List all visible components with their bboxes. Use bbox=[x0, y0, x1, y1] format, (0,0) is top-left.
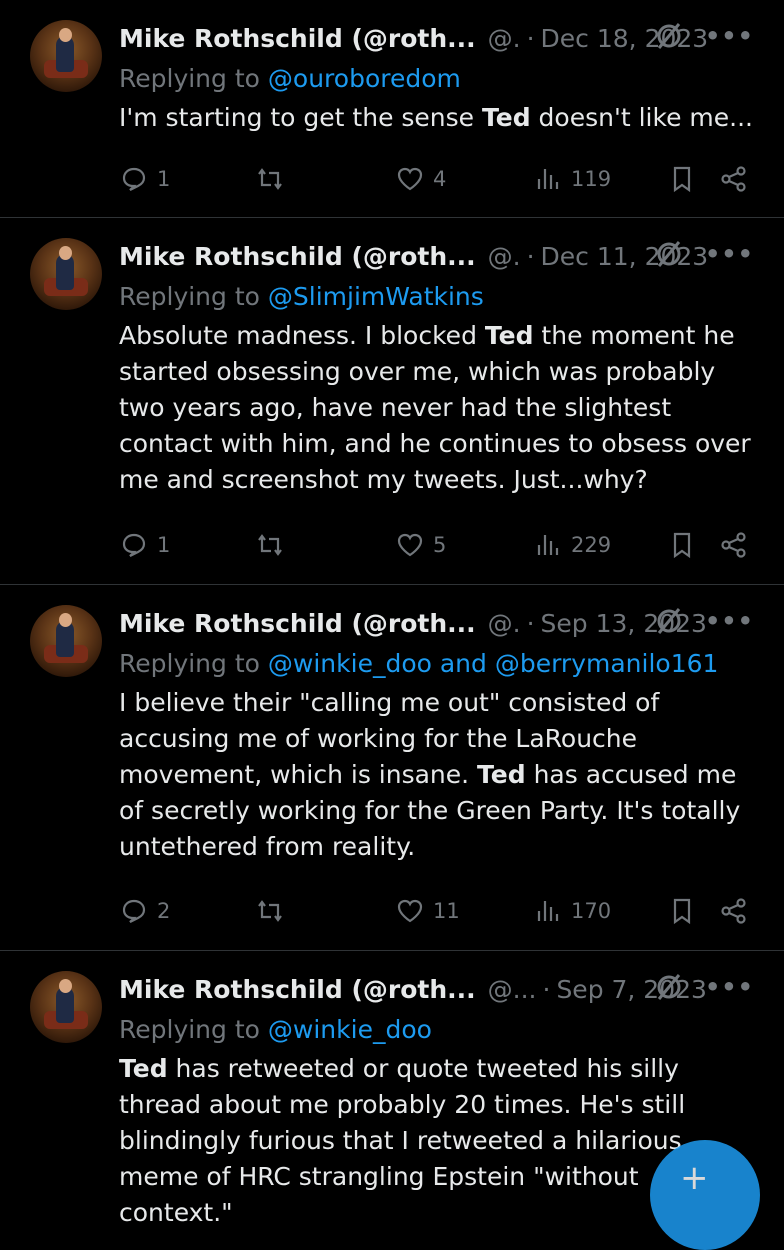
tweet-text: Absolute madness. I blocked Ted the mome… bbox=[119, 318, 754, 498]
more-options-button[interactable]: ••• bbox=[705, 240, 754, 268]
text-bold: Ted bbox=[484, 321, 534, 350]
separator-dot: · bbox=[526, 241, 535, 271]
separator-dot: · bbox=[526, 23, 535, 53]
grok-icon[interactable] bbox=[655, 240, 683, 268]
text-bold: Ted bbox=[482, 103, 531, 132]
more-options-button[interactable]: ••• bbox=[705, 973, 754, 1001]
views-icon bbox=[537, 169, 559, 189]
share-icon bbox=[721, 532, 746, 558]
reply-count: 2 bbox=[157, 899, 171, 923]
replying-prefix: Replying to bbox=[119, 282, 260, 311]
share-button[interactable] bbox=[719, 164, 749, 194]
replying-prefix: Replying to bbox=[119, 649, 260, 678]
separator-dot: · bbox=[542, 974, 551, 1004]
retweet-button[interactable] bbox=[255, 530, 285, 560]
like-button[interactable]: 11 bbox=[395, 896, 460, 926]
reply-button[interactable]: 1 bbox=[119, 530, 170, 560]
bookmark-icon bbox=[673, 166, 691, 193]
views-button[interactable]: 119 bbox=[533, 164, 611, 194]
views-icon bbox=[537, 901, 559, 921]
text-bold: Ted bbox=[119, 1054, 168, 1083]
share-icon bbox=[721, 166, 746, 192]
retweet-button[interactable] bbox=[255, 164, 285, 194]
views-button[interactable]: 229 bbox=[533, 530, 611, 560]
bookmark-icon bbox=[673, 898, 691, 925]
like-count: 5 bbox=[433, 533, 447, 557]
retweet-icon bbox=[258, 534, 282, 556]
text-part: has retweeted or quote tweeted his silly… bbox=[119, 1054, 686, 1227]
avatar[interactable] bbox=[30, 971, 102, 1043]
replying-to-link[interactable]: @SlimjimWatkins bbox=[268, 282, 484, 311]
replying-to: Replying to @SlimjimWatkins bbox=[119, 278, 754, 316]
views-button[interactable]: 170 bbox=[533, 896, 611, 926]
replying-prefix: Replying to bbox=[119, 64, 260, 93]
separator-dot: · bbox=[526, 608, 535, 638]
retweet-icon bbox=[258, 900, 282, 922]
text-bold: Ted bbox=[477, 760, 526, 789]
reply-icon bbox=[122, 533, 146, 557]
replying-to-link[interactable]: @ouroboredom bbox=[268, 64, 461, 93]
avatar[interactable] bbox=[30, 20, 102, 92]
author-handle[interactable]: @... bbox=[488, 975, 537, 1004]
replying-to: Replying to @winkie_doo bbox=[119, 1011, 754, 1049]
reply-icon bbox=[122, 899, 146, 923]
grok-icon[interactable] bbox=[655, 607, 683, 635]
tweet-3[interactable]: Mike Rothschild (@roth... @. · Sep 13, 2… bbox=[0, 585, 784, 951]
replying-to-link[interactable]: @winkie_doo and @berrymanilo161 bbox=[268, 649, 719, 678]
share-icon bbox=[721, 898, 746, 924]
reply-button[interactable]: 1 bbox=[119, 164, 170, 194]
author-handle[interactable]: @. bbox=[488, 242, 521, 271]
tweet-1[interactable]: Mike Rothschild (@roth... @. · Dec 18, 2… bbox=[0, 0, 784, 218]
author-name[interactable]: Mike Rothschild (@roth... bbox=[119, 242, 476, 271]
bookmark-button[interactable] bbox=[667, 530, 697, 560]
heart-icon bbox=[397, 167, 423, 191]
grok-icon[interactable] bbox=[655, 22, 683, 50]
avatar[interactable] bbox=[30, 605, 102, 677]
view-count: 170 bbox=[571, 899, 612, 923]
like-button[interactable]: 4 bbox=[395, 164, 446, 194]
compose-plus-icon: + bbox=[680, 1158, 709, 1198]
retweet-icon bbox=[258, 168, 282, 190]
avatar[interactable] bbox=[30, 238, 102, 310]
text-part: Absolute madness. I blocked bbox=[119, 321, 485, 350]
retweet-button[interactable] bbox=[255, 896, 285, 926]
tweet-2[interactable]: Mike Rothschild (@roth... @. · Dec 11, 2… bbox=[0, 218, 784, 585]
text-part: I'm starting to get the sense bbox=[119, 103, 483, 132]
tweet-text: I believe their "calling me out" consist… bbox=[119, 685, 754, 865]
reply-icon bbox=[122, 167, 146, 191]
compose-button[interactable]: + bbox=[650, 1140, 760, 1250]
bookmark-button[interactable] bbox=[667, 164, 697, 194]
share-button[interactable] bbox=[719, 530, 749, 560]
grok-icon[interactable] bbox=[655, 973, 683, 1001]
view-count: 119 bbox=[571, 167, 612, 191]
reply-count: 1 bbox=[157, 533, 171, 557]
replying-to: Replying to @ouroboredom bbox=[119, 60, 754, 98]
replying-prefix: Replying to bbox=[119, 1015, 260, 1044]
author-name[interactable]: Mike Rothschild (@roth... bbox=[119, 24, 476, 53]
more-options-button[interactable]: ••• bbox=[705, 607, 754, 635]
reply-button[interactable]: 2 bbox=[119, 896, 170, 926]
more-options-button[interactable]: ••• bbox=[705, 22, 754, 50]
heart-icon bbox=[397, 899, 423, 923]
share-button[interactable] bbox=[719, 896, 749, 926]
view-count: 229 bbox=[571, 533, 612, 557]
views-icon bbox=[537, 535, 559, 555]
author-name[interactable]: Mike Rothschild (@roth... bbox=[119, 975, 476, 1004]
bookmark-button[interactable] bbox=[667, 896, 697, 926]
tweet-text: I'm starting to get the sense Ted doesn'… bbox=[119, 100, 754, 136]
like-button[interactable]: 5 bbox=[395, 530, 446, 560]
reply-count: 1 bbox=[157, 167, 171, 191]
bookmark-icon bbox=[673, 532, 691, 559]
text-part: doesn't like me... bbox=[530, 103, 753, 132]
author-name[interactable]: Mike Rothschild (@roth... bbox=[119, 609, 476, 638]
replying-to: Replying to @winkie_doo and @berrymanilo… bbox=[119, 645, 754, 683]
author-handle[interactable]: @. bbox=[488, 609, 521, 638]
replying-to-link[interactable]: @winkie_doo bbox=[268, 1015, 432, 1044]
author-handle[interactable]: @. bbox=[488, 24, 521, 53]
heart-icon bbox=[397, 533, 423, 557]
like-count: 11 bbox=[433, 899, 460, 923]
like-count: 4 bbox=[433, 167, 447, 191]
